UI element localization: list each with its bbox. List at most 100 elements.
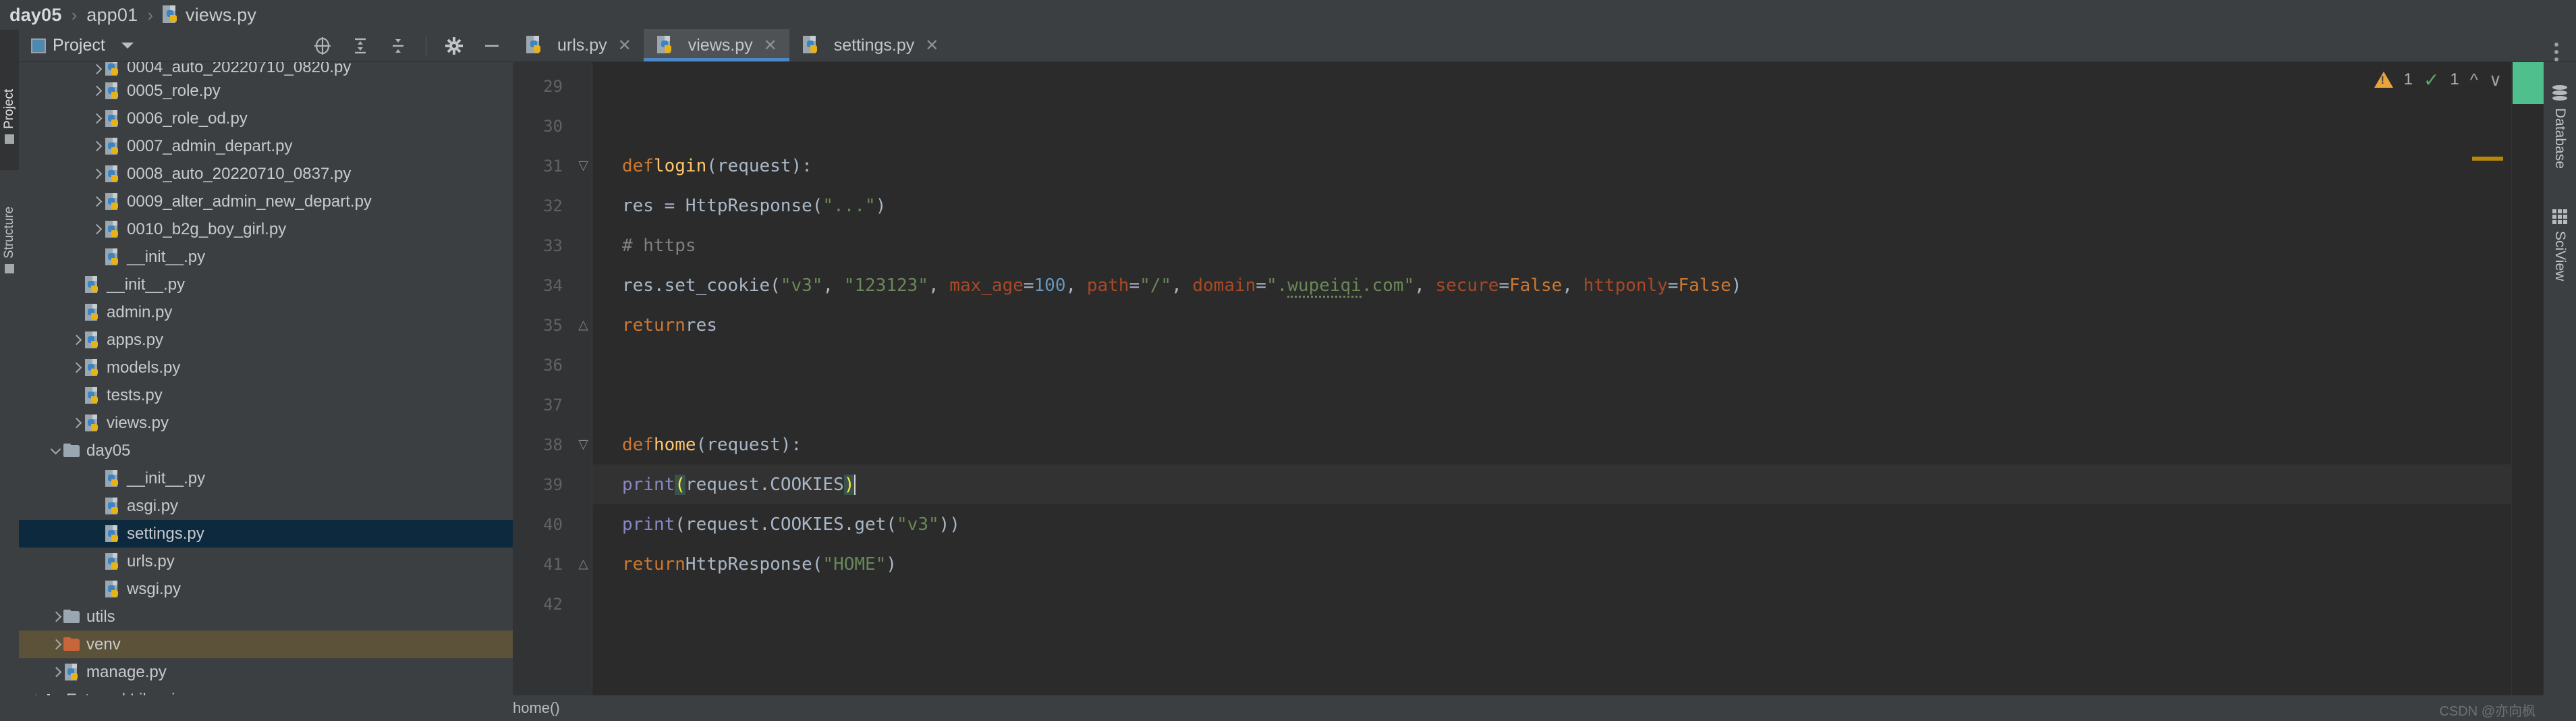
code-content[interactable]: def login (request): res = HttpResponse("… [592,62,2511,695]
tree-row[interactable]: __init__.py [19,271,513,298]
tree-row[interactable]: 0009_alter_admin_new_depart.py [19,188,513,215]
tree-row[interactable]: utils [19,603,513,631]
chevron-right-icon[interactable] [89,222,104,237]
tree-row[interactable]: settings.py [19,520,513,548]
tree-row[interactable]: __init__.py [19,243,513,271]
tree-row[interactable]: admin.py [19,298,513,326]
tab-settings-py[interactable]: settings.py ✕ [789,29,951,61]
tree-row[interactable]: 0005_role.py [19,77,513,105]
close-icon[interactable]: ✕ [764,36,777,55]
code-line[interactable]: print(request.COOKIES) [592,464,2511,504]
check-count: 1 [2450,70,2459,88]
fold-marker[interactable]: ▽ [575,146,592,186]
project-view-selector[interactable]: Project [31,36,134,55]
close-icon[interactable]: ✕ [618,36,632,55]
chevron-right-icon[interactable] [89,167,104,182]
sidebar-tab-sciview[interactable]: SciView [2544,197,2576,281]
chevron-right-icon[interactable] [89,62,104,77]
chevron-up-icon[interactable]: ^ [2470,70,2478,90]
breadcrumb-item-project[interactable]: day05 [9,5,62,26]
line-number: 31 [543,156,563,176]
tree-row[interactable]: 0006_role_od.py [19,105,513,132]
chevron-right-icon[interactable] [49,637,63,652]
tree-expander-placeholder [89,554,104,569]
code-line[interactable] [592,385,2511,425]
more-options-icon[interactable] [2554,43,2558,61]
tree-row-label: apps.py [107,330,164,349]
chevron-right-icon[interactable] [69,333,84,348]
chevron-right-icon[interactable] [49,610,63,624]
tree-row[interactable]: 0010_b2g_boy_girl.py [19,215,513,243]
collapse-all-icon[interactable] [388,36,408,56]
editor-main: 29 30 31 32 33 34 35 36 37 38 39 40 41 42 ▽ △ ▽ △ def lo… [513,62,2544,695]
project-tree[interactable]: 0004_auto_20220710_0820.py 0005_role.py 00… [19,62,513,695]
code-line[interactable]: def login (request): [592,146,2511,186]
tree-row[interactable]: manage.py [19,658,513,686]
code-line[interactable] [592,345,2511,385]
tab-views-py[interactable]: views.py ✕ [643,29,789,61]
python-file-icon [84,358,101,377]
tree-row[interactable]: wsgi.py [19,575,513,603]
status-bar: home() CSDN @亦向枫 [0,695,2576,721]
code-line[interactable] [592,584,2511,624]
code-line[interactable]: res.set_cookie("v3", "123123", max_age = 1… [592,265,2511,305]
tree-row[interactable]: venv [19,631,513,658]
chevron-right-icon[interactable] [89,139,104,154]
chevron-right-icon[interactable] [89,84,104,99]
python-file-icon [104,82,121,101]
chevron-right-icon[interactable] [69,360,84,375]
chevron-right-icon[interactable] [89,111,104,126]
tree-row[interactable]: asgi.py [19,492,513,520]
chevron-down-icon[interactable]: ∨ [2489,70,2502,90]
sidebar-tab-project[interactable]: Project [0,62,19,170]
sidebar-tab-database[interactable]: Database [2544,73,2576,169]
tab-overflow-menu[interactable] [2537,43,2576,61]
settings-gear-icon[interactable] [444,36,464,56]
chevron-down-icon[interactable] [49,444,63,458]
python-file-icon [63,663,81,682]
code-line[interactable]: # https [592,225,2511,265]
code-line[interactable]: return res [592,305,2511,345]
code-line[interactable] [592,106,2511,146]
hide-panel-icon[interactable] [482,36,502,56]
code-line[interactable]: return HttpResponse("HOME") [592,544,2511,584]
code-line[interactable]: print (request.COOKIES.get("v3")) [592,504,2511,544]
tree-row[interactable]: 0007_admin_depart.py [19,132,513,160]
code-line[interactable] [592,66,2511,106]
code-line[interactable]: res = HttpResponse("...") [592,186,2511,225]
chevron-right-icon[interactable] [89,194,104,209]
tree-row[interactable]: urls.py [19,548,513,575]
tree-row[interactable]: views.py [19,409,513,437]
tree-row[interactable]: 0008_auto_20220710_0837.py [19,160,513,188]
sidebar-tab-structure[interactable]: Structure [0,176,19,304]
locate-icon[interactable] [312,36,333,56]
chevron-right-icon[interactable] [49,665,63,680]
tab-urls-py[interactable]: urls.py ✕ [513,29,644,61]
python-file-icon [104,469,121,488]
python-file-icon [526,36,542,55]
tree-row[interactable]: __init__.py [19,464,513,492]
close-icon[interactable]: ✕ [925,36,939,55]
fold-marker[interactable]: △ [575,544,592,584]
tree-row[interactable]: External Libraries [19,686,513,695]
tree-row[interactable]: tests.py [19,381,513,409]
chevron-right-icon[interactable] [69,416,84,431]
tree-row[interactable]: models.py [19,354,513,381]
tree-row-label: urls.py [127,552,175,570]
fold-marker[interactable]: △ [575,305,592,345]
editor-marker-strip[interactable] [2472,62,2544,695]
tree-row-label: tests.py [107,385,163,404]
breadcrumb-item-app[interactable]: app01 [86,5,138,26]
code-folding-column[interactable]: ▽ △ ▽ △ [575,62,592,695]
expand-all-icon[interactable] [350,36,370,56]
code-line[interactable]: def home (request): [592,425,2511,464]
inspection-widget[interactable]: 1 ✓ 1 ^ ∨ [2374,62,2509,97]
breadcrumb-item-file[interactable]: views.py [186,5,256,26]
warning-marker[interactable] [2472,157,2503,161]
tree-row-label: External Libraries [66,691,192,696]
tree-row[interactable]: day05 [19,437,513,464]
tree-row[interactable]: apps.py [19,326,513,354]
fold-marker[interactable]: ▽ [575,425,592,464]
tree-row[interactable]: 0004_auto_20220710_0820.py [19,62,513,77]
chevron-down-icon[interactable] [121,43,134,49]
